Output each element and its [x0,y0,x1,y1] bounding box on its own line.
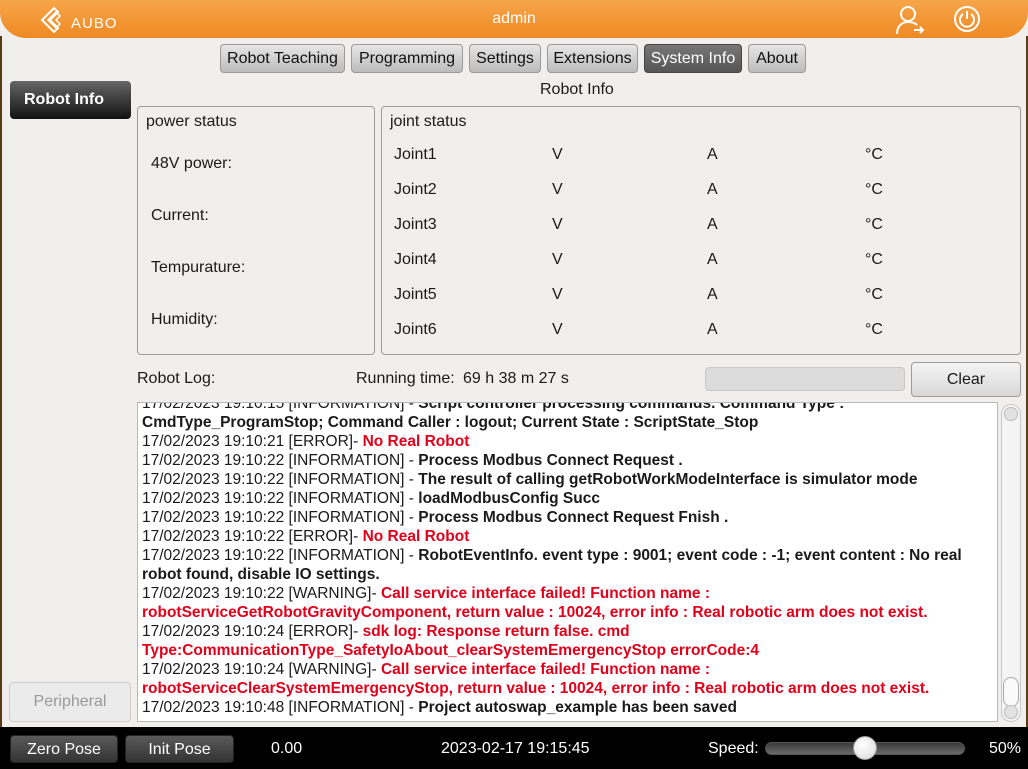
log-entry: 17/02/2023 19:10:22 [INFORMATION] - Proc… [142,451,994,470]
clear-log-button[interactable]: Clear [911,362,1021,397]
joint-temp-unit: °C [865,286,883,303]
log-entry: 17/02/2023 19:10:48 [INFORMATION] - Proj… [142,698,994,717]
log-entry: 17/02/2023 19:10:15 [INFORMATION] - Scri… [142,402,994,432]
tab-programming[interactable]: Programming [351,44,463,73]
joint-current-unit: A [707,181,718,198]
log-prefix: 17/02/2023 19:10:24 [ERROR]- [142,623,363,640]
joint-name: Joint4 [394,251,437,268]
joint-temp-unit: °C [865,181,883,198]
log-message: loadModbusConfig Succ [418,490,600,507]
log-message: No Real Robot [362,433,470,450]
joint-voltage-unit: V [552,146,563,163]
joint-name: Joint5 [394,286,437,303]
joint-name: Joint2 [394,181,437,198]
log-prefix: 17/02/2023 19:10:15 [INFORMATION] - [142,402,419,412]
log-entry: 17/02/2023 19:10:21 [ERROR]- No Real Rob… [142,432,994,451]
log-entry: 17/02/2023 19:10:22 [INFORMATION] - Proc… [142,508,994,527]
bottom-value: 0.00 [271,740,303,757]
scroll-thumb[interactable] [1003,677,1019,707]
speed-label: Speed: [708,740,759,757]
log-prefix: 17/02/2023 19:10:22 [ERROR]- [142,528,363,545]
power-current-label: Current: [151,207,209,224]
window-left-edge [0,36,2,727]
log-prefix: 17/02/2023 19:10:22 [INFORMATION] - [142,509,419,526]
section-title: Robot Info [540,81,614,98]
log-prefix: 17/02/2023 19:10:22 [INFORMATION] - [142,547,419,564]
power-status-title: power status [146,113,237,130]
speed-value: 50% [989,740,1022,757]
speed-slider-knob[interactable] [853,736,877,760]
log-prefix: 17/02/2023 19:10:22 [INFORMATION] - [142,452,419,469]
log-entry: 17/02/2023 19:10:24 [WARNING]- Call serv… [142,660,994,698]
log-message: Process Modbus Connect Request Fnish . [418,509,729,526]
joint-voltage-unit: V [552,321,563,338]
power-icon[interactable] [953,5,981,33]
current-user: admin [492,10,536,27]
log-prefix: 17/02/2023 19:10:22 [INFORMATION] - [142,490,419,507]
joint-temp-unit: °C [865,146,883,163]
joint-status-panel: joint status Joint1 V A °C Joint2 V A °C… [381,106,1021,355]
joint-voltage-unit: V [552,181,563,198]
log-entry: 17/02/2023 19:10:22 [INFORMATION] - load… [142,489,994,508]
title-bar: AUBO admin [0,0,1028,38]
joint-name: Joint3 [394,216,437,233]
joint-current-unit: A [707,286,718,303]
log-entry: 17/02/2023 19:10:22 [WARNING]- Call serv… [142,584,994,622]
joint-voltage-unit: V [552,216,563,233]
robot-log-textarea[interactable]: 17/02/2023 19:10:15 [INFORMATION] - Scri… [137,402,998,722]
log-message: No Real Robot [362,528,470,545]
joint-name: Joint1 [394,146,437,163]
log-message: Project autoswap_example has been saved [418,699,738,716]
tab-extensions[interactable]: Extensions [547,44,638,73]
tab-about[interactable]: About [748,44,806,73]
joint-temp-unit: °C [865,251,883,268]
scroll-up-icon[interactable] [1004,407,1018,421]
log-prefix: 17/02/2023 19:10:24 [WARNING]- [142,661,381,678]
zero-pose-button[interactable]: Zero Pose [10,735,118,763]
log-entries: 17/02/2023 19:10:15 [INFORMATION] - Scri… [142,402,994,717]
init-pose-button[interactable]: Init Pose [125,735,234,763]
current-datetime: 2023-02-17 19:15:45 [441,740,590,757]
power-humidity-label: Humidity: [151,311,218,328]
log-entry: 17/02/2023 19:10:24 [ERROR]- sdk log: Re… [142,622,994,660]
log-scrollbar[interactable] [1001,404,1021,722]
joint-temp-unit: °C [865,321,883,338]
log-entry: 17/02/2023 19:10:22 [INFORMATION] - Robo… [142,546,994,584]
joint-current-unit: A [707,251,718,268]
robot-log-label: Robot Log: [137,370,216,387]
joint-status-title: joint status [390,113,467,130]
joint-voltage-unit: V [552,251,563,268]
power-48v-label: 48V power: [151,155,232,172]
user-switch-icon[interactable] [895,5,925,35]
running-time-label: Running time: [356,370,455,387]
tab-system-info[interactable]: System Info [644,44,742,73]
running-time-value: 69 h 38 m 27 s [463,370,569,387]
power-temperature-label: Tempurature: [151,259,246,276]
log-prefix: 17/02/2023 19:10:22 [WARNING]- [142,585,381,602]
log-prefix: 17/02/2023 19:10:48 [INFORMATION] - [142,699,419,716]
sidebar-item-robot-info[interactable]: Robot Info [10,81,131,119]
joint-current-unit: A [707,146,718,163]
power-status-panel: power status 48V power: Current: Tempura… [137,106,375,355]
log-entry: 17/02/2023 19:10:22 [INFORMATION] - The … [142,470,994,489]
joint-current-unit: A [707,216,718,233]
joint-voltage-unit: V [552,286,563,303]
sidebar-item-peripheral[interactable]: Peripheral [9,682,131,722]
tab-robot-teaching[interactable]: Robot Teaching [220,44,345,73]
scroll-down-icon[interactable] [1004,705,1018,719]
log-message: The result of calling getRobotWorkModeIn… [418,471,918,488]
log-entry: 17/02/2023 19:10:22 [ERROR]- No Real Rob… [142,527,994,546]
log-prefix: 17/02/2023 19:10:21 [ERROR]- [142,433,363,450]
joint-current-unit: A [707,321,718,338]
bottom-bar: Zero Pose Init Pose 0.00 2023-02-17 19:1… [0,727,1028,769]
log-message: Process Modbus Connect Request . [418,452,683,469]
tab-settings[interactable]: Settings [469,44,541,73]
joint-temp-unit: °C [865,216,883,233]
log-prefix: 17/02/2023 19:10:22 [INFORMATION] - [142,471,419,488]
joint-name: Joint6 [394,321,437,338]
status-progress-box [705,367,905,391]
